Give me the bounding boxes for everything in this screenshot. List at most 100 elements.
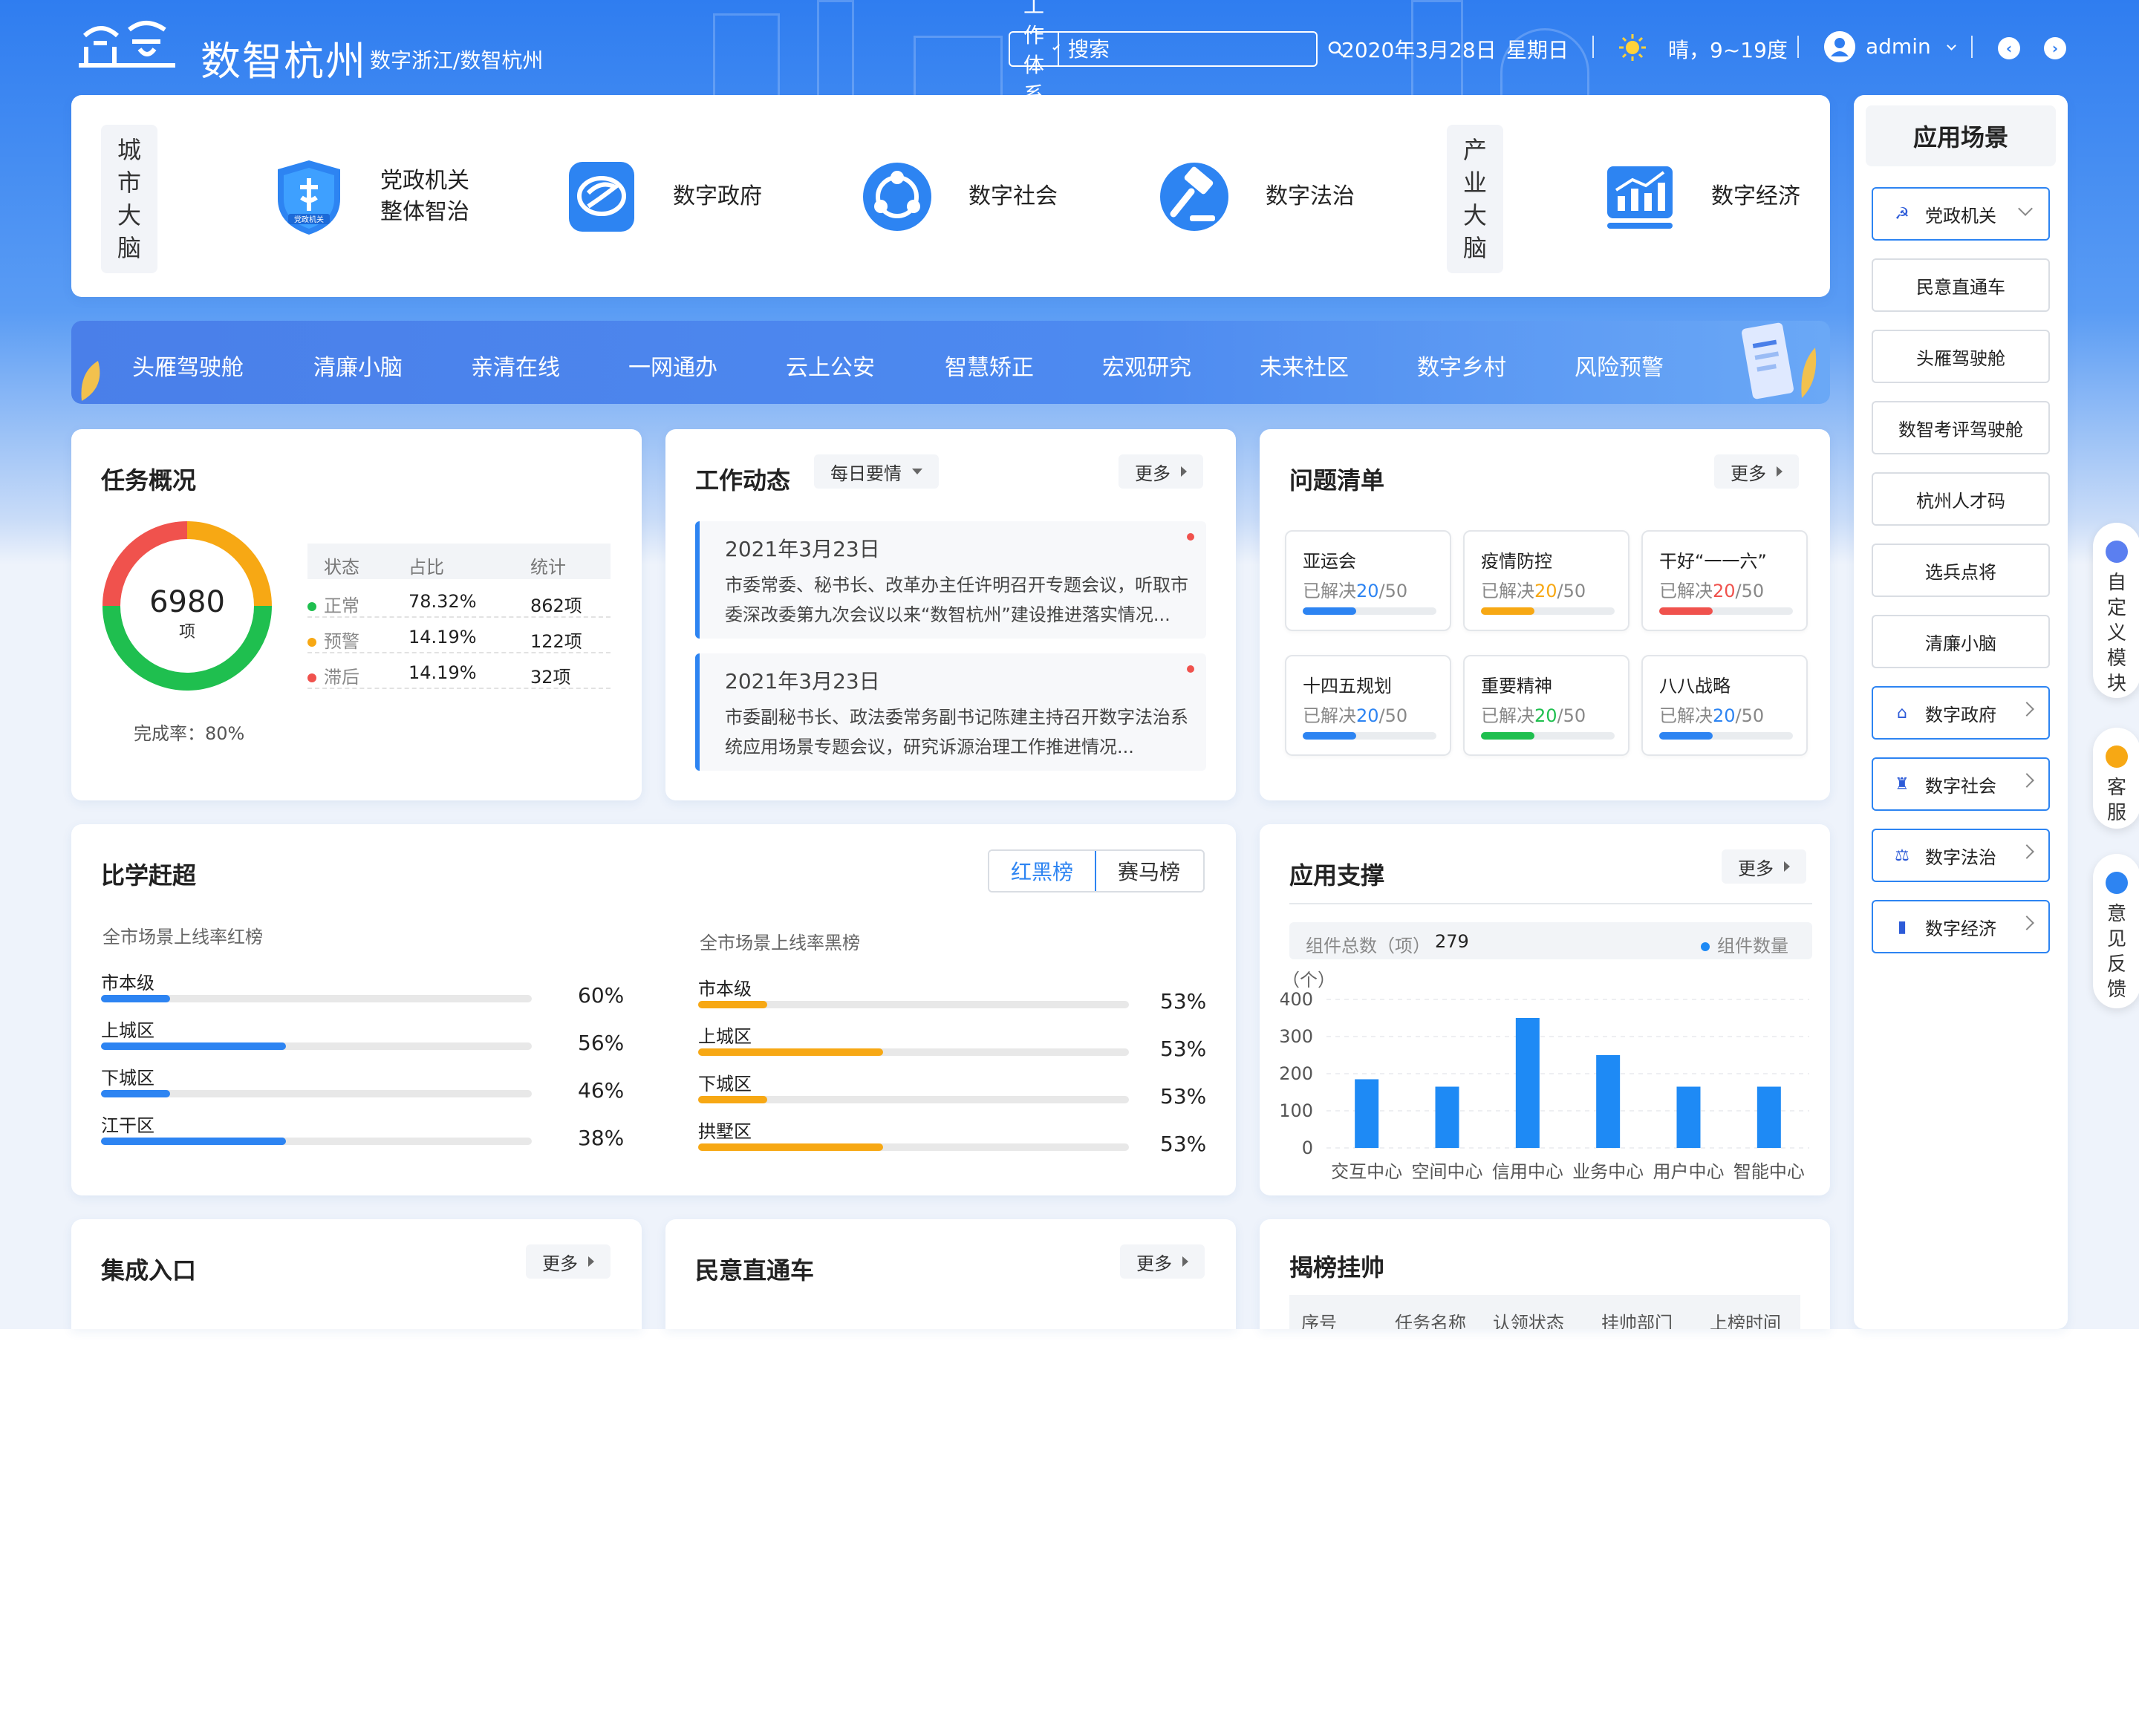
nav-item[interactable]: 智慧矫正	[945, 349, 1034, 382]
issue-prefix: 已解决	[1303, 581, 1356, 601]
side-button-label: 数字经济	[1925, 918, 1996, 939]
shield-icon: 党政机关	[278, 160, 340, 235]
nav-item[interactable]: 亲清在线	[471, 349, 560, 382]
tab-red-black[interactable]: 红黑榜	[989, 851, 1096, 891]
task-status: 预警	[324, 631, 359, 652]
more-button[interactable]: 更多	[1722, 849, 1806, 884]
task-row: 正常 78.32% 862项	[307, 582, 611, 618]
nav-item[interactable]: 清廉小脑	[313, 349, 403, 382]
issue-item[interactable]: 亚运会 已解决20/50	[1285, 530, 1451, 631]
more-button[interactable]: 更多	[526, 1244, 611, 1279]
user-menu[interactable]: admin	[1866, 34, 1956, 59]
side-button[interactable]: ♜ 数字社会	[1872, 757, 2050, 811]
brand-subtitle: 数字浙江/数智杭州	[370, 48, 544, 73]
rank-bar	[101, 1042, 532, 1050]
caret-right-icon	[1182, 1256, 1188, 1267]
leaf-icon	[81, 361, 100, 401]
more-button[interactable]: 更多	[1714, 454, 1799, 489]
side-button-label: 党政机关	[1925, 205, 1996, 226]
issue-progress-bar	[1303, 732, 1436, 740]
side-button-label: 清廉小脑	[1925, 633, 1996, 654]
side-button[interactable]: ▮ 数字经济	[1872, 900, 2050, 953]
brain-item-party[interactable]: 党政机关 党政机关 整体智治	[272, 157, 469, 236]
side-button[interactable]: 选兵点将	[1872, 544, 2050, 597]
nav-item[interactable]: 数字乡村	[1417, 349, 1506, 382]
caret-right-icon	[1777, 466, 1782, 477]
bar[interactable]	[1676, 1086, 1701, 1149]
search-input[interactable]	[1059, 36, 1328, 62]
more-label: 更多	[542, 1253, 578, 1274]
x-tick-label: 空间中心	[1412, 1161, 1483, 1182]
issue-item[interactable]: 重要精神 已解决20/50	[1463, 655, 1630, 756]
news-item[interactable]: 2021年3月23日 市委常委、秘书长、改革办主任许明召开专题会议，听取市委深改…	[695, 521, 1206, 639]
side-button[interactable]: 头雁驾驶舱	[1872, 330, 2050, 383]
leader-board-card: 揭榜挂帅 序号 任务名称 认领状态 挂帅部门 上榜时间	[1260, 1219, 1830, 1329]
brain-item-label: 数字法治	[1266, 183, 1355, 209]
bar[interactable]	[1435, 1086, 1459, 1149]
issue-item[interactable]: 疫情防控 已解决20/50	[1463, 530, 1630, 631]
document-illustration-icon	[1742, 322, 1817, 399]
bar[interactable]	[1355, 1079, 1379, 1149]
customer-service-button[interactable]: 客 服	[2093, 728, 2139, 829]
bar[interactable]	[1596, 1055, 1621, 1148]
brain-item-gov[interactable]: 数字政府	[564, 157, 762, 236]
issue-progress-bar	[1303, 607, 1436, 615]
float-char: 馈	[2106, 979, 2126, 1001]
issue-item[interactable]: 十四五规划 已解决20/50	[1285, 655, 1451, 756]
bar[interactable]	[1515, 1018, 1540, 1148]
city-brain-label: 城 市 大 脑	[101, 125, 157, 273]
issue-name: 亚运会	[1303, 551, 1356, 572]
bar[interactable]	[1757, 1086, 1781, 1149]
brain-item-society[interactable]: 数字社会	[860, 157, 1058, 236]
rank-bar-fill	[101, 1042, 287, 1050]
chevron-right-icon[interactable]: ›	[2044, 37, 2066, 59]
shield-text: 党政机关	[294, 215, 324, 224]
nav-item[interactable]: 云上公安	[786, 349, 875, 382]
chevron-down-icon	[2018, 201, 2033, 216]
custom-module-button[interactable]: 自 定 义 模 块	[2093, 523, 2139, 698]
side-button[interactable]: ☭ 党政机关	[1872, 187, 2050, 241]
nav-item[interactable]: 一网通办	[628, 349, 717, 382]
brain-item-economy[interactable]: 数字经济	[1603, 157, 1800, 236]
nav-item[interactable]: 未来社区	[1260, 349, 1349, 382]
side-button-label: 选兵点将	[1925, 561, 1996, 583]
tab-horse-race[interactable]: 赛马榜	[1095, 851, 1203, 891]
legend-dot	[1701, 942, 1710, 951]
y-axis-label: （个）	[1282, 970, 1335, 991]
chevron-left-icon[interactable]: ‹	[1998, 37, 2020, 59]
brain-item-law[interactable]: 数字法治	[1157, 157, 1355, 236]
label-char: 城	[117, 136, 141, 164]
news-item[interactable]: 2021年3月23日 市委副秘书长、政法委常务副书记陈建主持召开数字法治系统应用…	[695, 653, 1206, 771]
feedback-button[interactable]: 意 见 反 馈	[2093, 854, 2139, 1008]
side-button[interactable]: 杭州人才码	[1872, 472, 2050, 526]
user-avatar-icon[interactable]	[1824, 31, 1855, 62]
issue-done: 20	[1356, 705, 1379, 726]
side-button[interactable]: ⌂ 数字政府	[1872, 686, 2050, 740]
more-button[interactable]: 更多	[1119, 454, 1203, 489]
rank-value: 53%	[1160, 1037, 1207, 1061]
nav-item[interactable]: 头雁驾驶舱	[132, 349, 244, 382]
nav-item[interactable]: 宏观研究	[1102, 349, 1191, 382]
search-category-select[interactable]: 工作体系	[1010, 0, 1060, 107]
brain-card: 城 市 大 脑 党政机关 党政机关 整体智治 数字政府 数字社会 数字法治 产 …	[71, 95, 1830, 297]
side-button[interactable]: 数智考评驾驶舱	[1872, 401, 2050, 454]
more-button[interactable]: 更多	[1120, 1244, 1205, 1279]
side-button[interactable]: 民意直通车	[1872, 258, 2050, 312]
weather-text: 晴，9~19度	[1668, 38, 1788, 62]
task-ratio: 78.32%	[408, 591, 477, 612]
issue-list-card: 问题清单 更多 亚运会 已解决20/50 疫情防控 已解决20/50 干好“一一六” 已解…	[1260, 429, 1830, 800]
nav-item[interactable]: 风险预警	[1575, 349, 1664, 382]
status-dot	[307, 673, 316, 682]
issue-item[interactable]: 八八战略 已解决20/50	[1641, 655, 1808, 756]
summary-value: 279	[1435, 931, 1469, 952]
issue-prefix: 已解决	[1303, 705, 1356, 726]
digital-gov-icon	[569, 162, 634, 232]
side-button[interactable]: 清廉小脑	[1872, 615, 2050, 668]
daily-filter-dropdown[interactable]: 每日要情	[814, 454, 939, 489]
issue-total: /50	[1378, 581, 1408, 601]
side-button[interactable]: ⚖ 数字法治	[1872, 829, 2050, 882]
issue-progress-bar	[1659, 732, 1793, 740]
issue-item[interactable]: 干好“一一六” 已解决20/50	[1641, 530, 1808, 631]
issue-progress-bar	[1481, 732, 1615, 740]
task-status: 滞后	[324, 667, 359, 688]
